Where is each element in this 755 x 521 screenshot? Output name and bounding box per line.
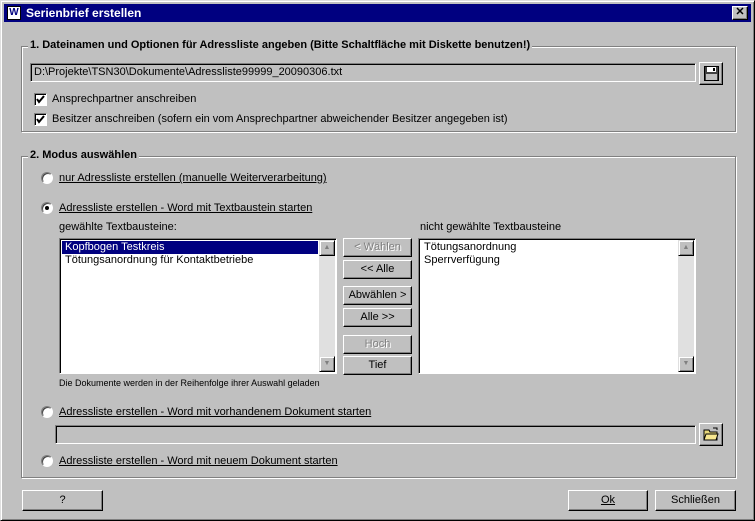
mode-legend: 2. Modus auswählen: [28, 149, 139, 161]
unselected-textblocks-list[interactable]: Tötungsanordnung Sperrverfügung ▲ ▼: [418, 238, 696, 374]
move-down-button-label: Tief: [368, 359, 387, 371]
close-dialog-button-label: Schließen: [671, 494, 720, 506]
list-item[interactable]: Tötungsanordnung: [421, 241, 677, 254]
move-down-button[interactable]: Tief: [343, 356, 412, 375]
contact-person-label: Ansprechpartner anschreiben: [52, 93, 197, 105]
radio-word-textblock[interactable]: [41, 202, 53, 214]
close-button[interactable]: ✕: [732, 6, 748, 20]
file-path-field[interactable]: D:\Projekte\TSN30\Dokumente\Adressliste9…: [30, 63, 696, 82]
title-bar[interactable]: W Serienbrief erstellen ✕: [4, 4, 751, 22]
load-order-hint: Die Dokumente werden in der Reihenfolge …: [59, 378, 320, 388]
radio-existing-document-label[interactable]: Adressliste erstellen - Word mit vorhand…: [59, 406, 371, 418]
help-button[interactable]: ?: [22, 490, 103, 511]
help-button-label: ?: [59, 494, 66, 506]
owner-label: Besitzer anschreiben (sofern ein vom Ans…: [52, 113, 508, 125]
ok-button-label: Ok: [600, 494, 616, 506]
radio-list-only[interactable]: [41, 172, 53, 184]
window-title: Serienbrief erstellen: [26, 6, 142, 20]
radio-new-document[interactable]: [41, 455, 53, 467]
dialog-window: W Serienbrief erstellen ✕ 1. Dateinamen …: [0, 0, 755, 521]
radio-word-textblock-label[interactable]: Adressliste erstellen - Word mit Textbau…: [59, 202, 312, 214]
radio-list-only-label[interactable]: nur Adressliste erstellen (manuelle Weit…: [59, 172, 327, 184]
selected-list-scrollbar[interactable]: ▲ ▼: [319, 240, 335, 372]
list-item[interactable]: Kopfbogen Testkreis: [62, 241, 318, 254]
select-button-label: < Wählen: [354, 241, 401, 253]
ok-button[interactable]: Ok: [568, 490, 648, 511]
scroll-down-button[interactable]: ▼: [319, 356, 335, 372]
move-up-button[interactable]: Hoch: [343, 335, 412, 354]
owner-checkbox[interactable]: [34, 113, 47, 126]
folder-open-icon: [703, 427, 719, 445]
scroll-up-button[interactable]: ▲: [678, 240, 694, 256]
scroll-up-button[interactable]: ▲: [319, 240, 335, 256]
scroll-down-button[interactable]: ▼: [678, 356, 694, 372]
selected-textblocks-label: gewählte Textbausteine:: [59, 221, 177, 233]
unselected-list-scrollbar[interactable]: ▲ ▼: [678, 240, 694, 372]
selected-textblocks-list[interactable]: Kopfbogen Testkreis Tötungsanordnung für …: [59, 238, 337, 374]
list-item[interactable]: Tötungsanordnung für Kontaktbetriebe: [62, 254, 318, 267]
save-disk-button[interactable]: [699, 62, 723, 85]
file-options-legend: 1. Dateinamen und Optionen für Adresslis…: [28, 39, 533, 51]
deselect-button[interactable]: Abwählen >: [343, 286, 412, 305]
list-item[interactable]: Sperrverfügung: [421, 254, 677, 267]
radio-new-document-label[interactable]: Adressliste erstellen - Word mit neuem D…: [59, 455, 338, 467]
contact-person-checkbox[interactable]: [34, 93, 47, 106]
deselect-button-label: Abwählen >: [348, 289, 407, 301]
document-path-field[interactable]: [55, 425, 696, 444]
radio-existing-document[interactable]: [41, 406, 53, 418]
floppy-disk-icon: [704, 66, 719, 84]
close-dialog-button[interactable]: Schließen: [655, 490, 736, 511]
open-folder-button[interactable]: [699, 423, 723, 446]
deselect-all-button-label: Alle >>: [360, 311, 395, 323]
unselected-items-container: Tötungsanordnung Sperrverfügung: [421, 241, 677, 267]
app-icon: W: [7, 6, 21, 20]
unselected-textblocks-label: nicht gewählte Textbausteine: [420, 221, 562, 233]
select-button[interactable]: < Wählen: [343, 238, 412, 257]
move-up-button-label: Hoch: [364, 338, 391, 350]
deselect-all-button[interactable]: Alle >>: [343, 308, 412, 327]
radio-selected-dot: [45, 206, 49, 210]
select-all-button-label: << Alle: [360, 263, 395, 275]
selected-items-container: Kopfbogen Testkreis Tötungsanordnung für …: [62, 241, 318, 267]
select-all-button[interactable]: << Alle: [343, 260, 412, 279]
